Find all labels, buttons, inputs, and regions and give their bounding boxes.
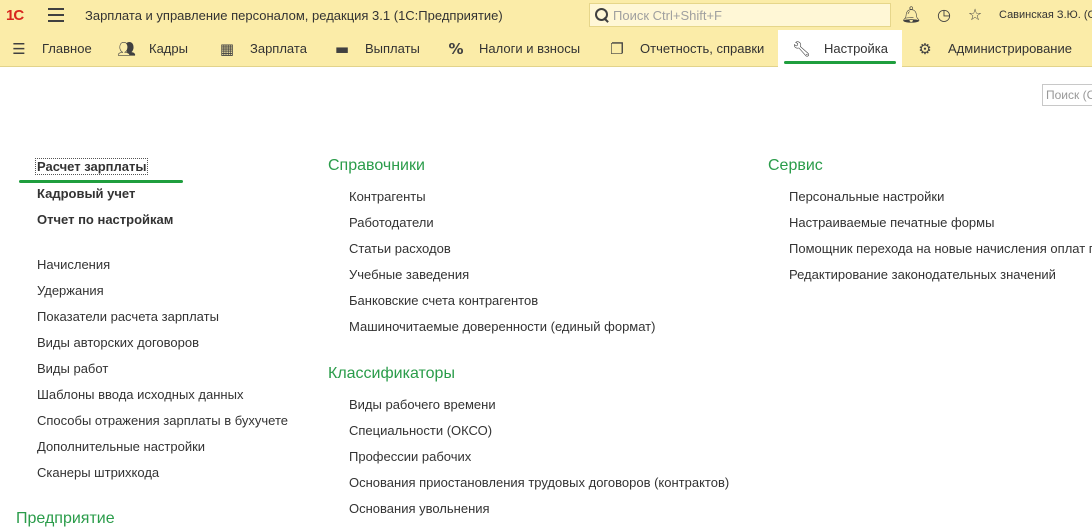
link-worker-professions[interactable]: Профессии рабочих	[349, 449, 471, 464]
link-legislative-values[interactable]: Редактирование законодательных значений	[789, 267, 1056, 282]
percent-icon: %	[448, 39, 464, 58]
link-input-templates[interactable]: Шаблоны ввода исходных данных	[37, 387, 243, 402]
link-additional-settings[interactable]: Дополнительные настройки	[37, 439, 205, 454]
link-employers[interactable]: Работодатели	[349, 215, 434, 230]
section-payments[interactable]: ▬ Выплаты	[333, 30, 420, 67]
main-menu-icon[interactable]	[48, 8, 64, 22]
link-label: Расчет зарплаты	[35, 158, 149, 175]
section-hr[interactable]: 👥︎ Кадры	[117, 30, 188, 67]
link-deductions[interactable]: Удержания	[37, 283, 104, 298]
link-accruals[interactable]: Начисления	[37, 257, 110, 272]
section-panel: ☰ Главное 👥︎ Кадры ▦ Зарплата ▬ Выплаты …	[0, 30, 1092, 67]
section-main[interactable]: ☰ Главное	[10, 30, 92, 67]
link-specialties-okso[interactable]: Специальности (ОКСО)	[349, 423, 492, 438]
link-barcode-scanners[interactable]: Сканеры штрихкода	[37, 465, 159, 480]
section-label: Настройка	[824, 41, 888, 56]
star-icon[interactable]: ☆	[966, 6, 984, 24]
search-icon	[594, 7, 610, 23]
link-machine-readable-poa[interactable]: Машиночитаемые доверенности (единый форм…	[349, 319, 655, 334]
history-icon[interactable]: ◷	[935, 6, 953, 24]
link-working-time-types[interactable]: Виды рабочего времени	[349, 397, 496, 412]
section-label: Выплаты	[365, 41, 420, 56]
link-salary-reflection[interactable]: Способы отражения зарплаты в бухучете	[37, 413, 288, 428]
global-search-input[interactable]	[613, 7, 883, 23]
panel-search-input[interactable]: Поиск (С	[1042, 84, 1092, 106]
section-administration[interactable]: ⚙ Администрирование	[916, 30, 1072, 67]
section-settings[interactable]: 🔧︎ Настройка	[778, 30, 902, 67]
calculator-icon: ▦	[219, 39, 235, 58]
link-suspension-grounds[interactable]: Основания приостановления трудовых догов…	[349, 475, 729, 490]
group-title-service: Сервис	[768, 157, 823, 174]
link-personal-settings[interactable]: Персональные настройки	[789, 189, 944, 204]
link-hr-accounting[interactable]: Кадровый учет	[37, 186, 135, 201]
people-icon: 👥︎	[117, 39, 137, 58]
section-label: Кадры	[149, 41, 188, 56]
section-label: Администрирование	[948, 41, 1072, 56]
documents-icon: ❐	[610, 39, 624, 58]
section-taxes[interactable]: % Налоги и взносы	[447, 30, 580, 67]
app-title: Зарплата и управление персоналом, редакц…	[85, 8, 503, 23]
app-logo[interactable]: 1С	[6, 7, 24, 24]
gear-icon: ⚙	[918, 39, 932, 58]
wallet-icon: ▬	[334, 39, 350, 58]
group-title-directories: Справочники	[328, 157, 425, 174]
link-author-contract-types[interactable]: Виды авторских договоров	[37, 335, 199, 350]
link-new-accruals-assistant[interactable]: Помощник перехода на новые начисления оп…	[789, 241, 1092, 256]
section-label: Отчетность, справки	[640, 41, 765, 56]
section-label: Зарплата	[250, 41, 307, 56]
group-title-enterprise: Предприятие	[16, 510, 115, 527]
selection-underline	[19, 180, 183, 183]
link-bank-accounts[interactable]: Банковские счета контрагентов	[349, 293, 538, 308]
section-label: Налоги и взносы	[479, 41, 581, 56]
link-dismissal-grounds[interactable]: Основания увольнения	[349, 501, 490, 516]
link-settings-report[interactable]: Отчет по настройкам	[37, 212, 173, 227]
link-expense-items[interactable]: Статьи расходов	[349, 241, 451, 256]
global-search[interactable]	[589, 3, 891, 27]
link-work-types[interactable]: Виды работ	[37, 361, 108, 376]
link-salary-calculation[interactable]: Расчет зарплаты	[35, 158, 149, 175]
section-reports[interactable]: ❐ Отчетность, справки	[608, 30, 764, 67]
bell-icon[interactable]: 🔔︎	[901, 6, 921, 24]
link-educational-institutions[interactable]: Учебные заведения	[349, 267, 469, 282]
link-custom-print-forms[interactable]: Настраиваемые печатные формы	[789, 215, 994, 230]
section-label: Главное	[42, 41, 92, 56]
group-title-classifiers: Классификаторы	[328, 365, 455, 382]
wrench-icon: 🔧︎	[792, 39, 812, 58]
section-salary[interactable]: ▦ Зарплата	[218, 30, 307, 67]
link-salary-indicators[interactable]: Показатели расчета зарплаты	[37, 309, 219, 324]
current-user[interactable]: Савинская З.Ю. (С	[999, 9, 1092, 21]
link-counterparties[interactable]: Контрагенты	[349, 189, 426, 204]
menu-lines-icon: ☰	[12, 39, 26, 58]
title-bar: 1С Зарплата и управление персоналом, ред…	[0, 0, 1092, 30]
active-section-underline	[784, 61, 896, 64]
